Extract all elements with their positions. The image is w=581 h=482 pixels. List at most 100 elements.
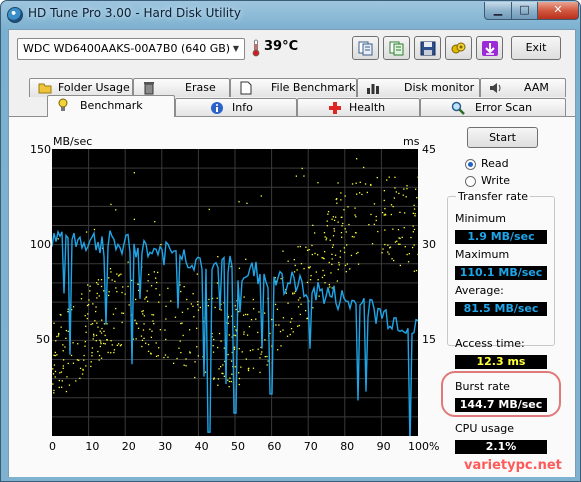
minimize-button[interactable]: ▁ [484,2,512,20]
access-time-dot [333,219,336,221]
tab-disk-monitor[interactable]: Disk monitor [357,78,480,97]
access-time-dot [55,340,57,342]
access-time-dot [165,318,167,320]
access-time-dot [341,236,343,238]
tab-aam[interactable]: AAM [480,78,566,97]
access-time-dot [406,185,408,187]
access-time-dot [84,341,86,343]
access-time-dot [93,228,96,231]
tab-error-scan[interactable]: Error Scan [420,98,566,117]
right-axis-tick: 30 [422,238,436,251]
access-time-dot [109,268,112,270]
access-time-dot [290,328,293,330]
access-time-dot [317,182,319,184]
access-time-dot [148,273,150,276]
access-time-dot [187,308,189,310]
access-time-dot [298,324,300,327]
access-time-dot [97,279,100,281]
copy-button[interactable] [352,36,379,60]
window-title: HD Tune Pro 3.00 - Hard Disk Utility [28,6,241,20]
write-label[interactable]: Write [481,174,510,187]
copy-all-button[interactable] [383,36,410,60]
access-time-dot [230,360,233,362]
access-time-dot [247,369,250,372]
access-time-dot [141,345,143,348]
access-time-dot [218,332,221,335]
screenshot-button[interactable] [445,36,472,60]
access-time-dot [121,312,123,314]
tab-benchmark[interactable]: Benchmark [47,95,175,117]
save-button[interactable] [414,36,441,60]
temperature-unit: °C [282,39,299,54]
access-time-dot [153,271,155,273]
access-time-dot [285,292,287,294]
access-time-dot [322,269,324,272]
access-time-dot [143,315,145,317]
minimum-label: Minimum [455,212,506,225]
access-time-dot [252,349,254,351]
access-time-dot [334,254,337,256]
access-time-dot [266,355,268,358]
x-axis-tick: 60 [267,440,282,453]
access-time-dot [182,334,184,337]
access-time-dot [92,303,94,305]
info-icon [211,102,223,114]
access-time-dot [217,384,219,386]
access-time-dot [95,334,98,336]
access-time-dot [364,183,367,185]
access-time-dot [341,225,343,227]
x-axis-tick: 30 [158,440,173,453]
access-time-dot [61,380,63,382]
access-time-dot [196,346,198,348]
access-time-dot [94,320,96,322]
access-time-dot [259,357,261,359]
access-time-dot [404,246,406,248]
access-time-dot [321,276,324,279]
access-time-dot [373,203,376,205]
access-time-dot [220,309,222,311]
access-time-dot [394,176,396,178]
access-time-dot [391,258,393,260]
cpu-usage-value: 2.1% [455,440,547,454]
access-time-dot [394,241,397,243]
start-button[interactable]: Start [467,127,538,148]
access-time-dot [359,192,361,194]
access-time-dot [356,158,358,160]
access-time-dot [61,386,63,388]
access-time-dot [299,313,301,316]
access-time-dot [343,247,345,249]
access-time-dot [194,361,196,363]
access-time-dot [58,332,60,335]
access-time-dot [197,309,200,311]
read-label[interactable]: Read [481,157,509,170]
tab-info[interactable]: Info [175,98,297,117]
tab-health[interactable]: Health [297,98,420,117]
access-time-dot [330,272,332,274]
access-time-dot [115,287,117,289]
access-time-dot [153,323,155,325]
access-time-dot [58,379,60,382]
access-time-dot [155,288,157,290]
access-time-dot [293,259,295,261]
access-time-dot [145,342,147,344]
access-time-dot [235,308,237,311]
drive-select[interactable]: WDC WD6400AAKS-00A7B0 (640 GB) ▼ [17,38,245,60]
access-time-dot [116,344,118,346]
title-bar[interactable]: HD Tune Pro 3.00 - Hard Disk Utility ▁ □… [1,1,580,29]
download-button[interactable] [476,36,503,60]
access-time-dot [412,231,414,233]
tab-file-benchmark[interactable]: File Benchmark [230,78,357,97]
exit-button[interactable]: Exit [511,36,561,60]
access-time-dot [185,358,187,360]
maximize-button[interactable]: □ [511,2,538,20]
access-time-dot [311,253,313,256]
access-time-dot [331,246,334,248]
speaker-icon [490,83,501,93]
write-radio[interactable] [465,176,476,187]
access-time-dot [122,286,124,288]
file-icon [240,81,252,95]
read-radio[interactable] [465,159,476,170]
access-time-dot [404,212,406,214]
close-button[interactable]: ✕ [537,2,579,20]
access-time-dot [340,232,343,234]
